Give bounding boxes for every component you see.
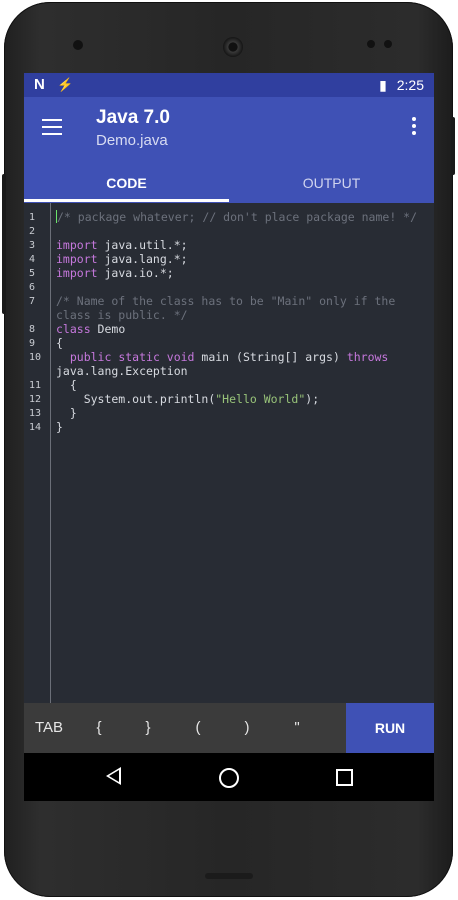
code-line: java.util.*; [97,238,188,252]
code-line: java.io.*; [97,266,174,280]
status-right: ▮ 2:25 [373,77,424,94]
earpiece-speaker [223,37,243,57]
code-line-println: System.out.println("Hello World"); [56,392,320,406]
sensor-dot-2 [384,40,392,48]
line-number: 5 [29,268,36,279]
nfc-icon: N [34,76,45,93]
tab-indicator [24,199,229,202]
app-title: Java 7.0 [96,107,170,128]
tab-code[interactable]: CODE [24,169,229,203]
tab-output[interactable]: OUTPUT [229,169,434,203]
paren-close-key[interactable]: ) [232,703,262,753]
code-keyword: class [56,322,91,336]
code-line: java.lang.*; [97,252,188,266]
code-keyword: import [56,266,98,280]
power-button [451,117,455,175]
tab-key[interactable]: TAB [28,703,70,753]
back-icon[interactable] [106,767,121,785]
volume-button [2,174,6,314]
line-number: 13 [29,408,42,419]
hamburger-menu-icon[interactable] [40,117,64,137]
code-line: /* Name of the class has to be "Main" on… [56,294,396,308]
line-number: 7 [29,296,36,307]
quote-key[interactable]: " [282,703,312,753]
brace-open-key[interactable]: { [84,703,114,753]
line-number: 4 [29,254,36,265]
front-camera [73,40,83,50]
status-bar: N ⚡ ▮ 2:25 [24,73,434,97]
code-line-main: public static void main (String[] args) … [69,350,389,364]
code-line: } [56,406,77,420]
code-line: Demo [90,322,126,336]
screen: N ⚡ ▮ 2:25 Java 7.0 Demo.java CODE OUTPU… [24,73,434,801]
code-text[interactable]: /* package whatever; // don't place pack… [56,203,428,455]
code-line: java.lang.Exception [56,364,188,378]
clock: 2:25 [396,77,424,93]
run-button[interactable]: RUN [346,703,434,753]
line-number: 14 [29,422,42,433]
symbol-key-bar: TAB { } ( ) " RUN [24,703,434,753]
code-line: /* package whatever; // don't place pack… [57,210,418,224]
app-bar: Java 7.0 Demo.java CODE OUTPUT [24,97,434,203]
recent-apps-icon[interactable] [336,769,353,786]
line-number: 8 [29,324,36,335]
code-line: { [56,378,77,392]
line-number: 11 [29,380,42,391]
line-number: 2 [29,226,36,237]
line-number: 1 [29,212,36,223]
home-icon[interactable] [219,768,239,788]
bottom-speaker [205,873,253,879]
brace-close-key[interactable]: } [133,703,163,753]
system-nav-bar [24,753,434,801]
code-editor[interactable]: 1 2 3 4 5 6 7 8 9 10 11 12 13 14 /* pack… [24,203,434,703]
overflow-menu-icon[interactable] [408,117,420,137]
code-line: { [56,336,63,350]
notification-icons: N ⚡ [34,76,73,93]
line-number: 10 [29,352,42,363]
paren-open-key[interactable]: ( [183,703,213,753]
battery-icon: ▮ [379,77,387,93]
line-number: 3 [29,240,36,251]
file-name: Demo.java [96,132,168,149]
code-keyword: import [56,252,98,266]
line-number: 6 [29,282,36,293]
line-number: 9 [29,338,36,349]
code-keyword: import [56,238,98,252]
flash-icon: ⚡ [57,77,74,92]
code-line: class is public. */ [56,308,188,322]
line-number-gutter: 1 2 3 4 5 6 7 8 9 10 11 12 13 14 [24,203,51,703]
sensor-dot [367,40,375,48]
code-line: } [56,420,63,434]
line-number: 12 [29,394,42,405]
